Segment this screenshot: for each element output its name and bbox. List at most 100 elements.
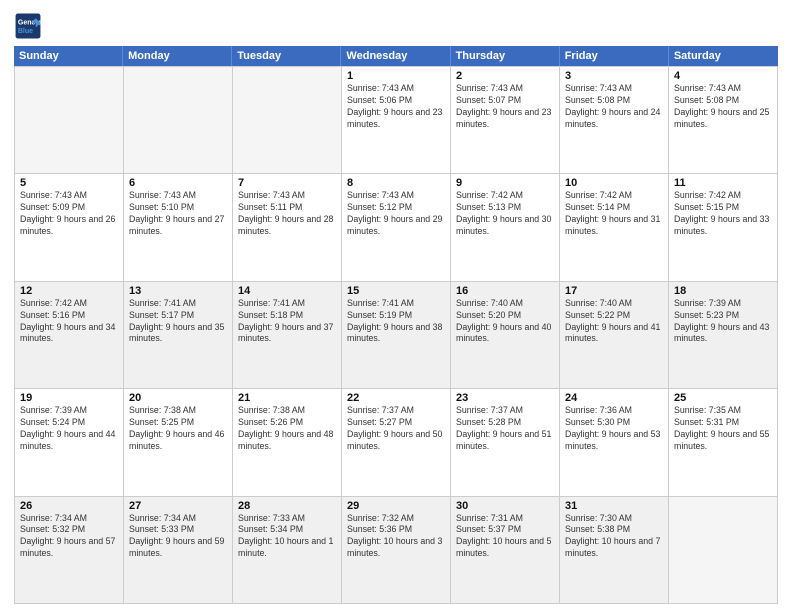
cell-info-text: Sunrise: 7:40 AM Sunset: 5:22 PM Dayligh… [565,298,663,346]
calendar-cell [233,67,342,174]
day-number: 4 [674,70,772,82]
calendar-cell: 21Sunrise: 7:38 AM Sunset: 5:26 PM Dayli… [233,389,342,496]
calendar-cell: 26Sunrise: 7:34 AM Sunset: 5:32 PM Dayli… [15,497,124,604]
cell-info-text: Sunrise: 7:38 AM Sunset: 5:25 PM Dayligh… [129,405,227,453]
cell-info-text: Sunrise: 7:38 AM Sunset: 5:26 PM Dayligh… [238,405,336,453]
calendar-cell [124,67,233,174]
cell-info-text: Sunrise: 7:42 AM Sunset: 5:16 PM Dayligh… [20,298,118,346]
cell-info-text: Sunrise: 7:35 AM Sunset: 5:31 PM Dayligh… [674,405,772,453]
weekday-header-sunday: Sunday [14,46,123,66]
cell-info-text: Sunrise: 7:30 AM Sunset: 5:38 PM Dayligh… [565,513,663,561]
calendar-row-1: 1Sunrise: 7:43 AM Sunset: 5:06 PM Daylig… [15,67,778,174]
cell-info-text: Sunrise: 7:42 AM Sunset: 5:15 PM Dayligh… [674,190,772,238]
cell-info-text: Sunrise: 7:39 AM Sunset: 5:23 PM Dayligh… [674,298,772,346]
calendar-cell: 29Sunrise: 7:32 AM Sunset: 5:36 PM Dayli… [342,497,451,604]
day-number: 5 [20,177,118,189]
calendar-cell: 4Sunrise: 7:43 AM Sunset: 5:08 PM Daylig… [669,67,778,174]
cell-info-text: Sunrise: 7:43 AM Sunset: 5:08 PM Dayligh… [565,83,663,131]
day-number: 3 [565,70,663,82]
day-number: 26 [20,500,118,512]
cell-info-text: Sunrise: 7:42 AM Sunset: 5:14 PM Dayligh… [565,190,663,238]
calendar-row-2: 5Sunrise: 7:43 AM Sunset: 5:09 PM Daylig… [15,174,778,281]
calendar-cell: 8Sunrise: 7:43 AM Sunset: 5:12 PM Daylig… [342,174,451,281]
day-number: 12 [20,285,118,297]
cell-info-text: Sunrise: 7:43 AM Sunset: 5:09 PM Dayligh… [20,190,118,238]
calendar-cell: 18Sunrise: 7:39 AM Sunset: 5:23 PM Dayli… [669,282,778,389]
calendar-cell: 10Sunrise: 7:42 AM Sunset: 5:14 PM Dayli… [560,174,669,281]
cell-info-text: Sunrise: 7:40 AM Sunset: 5:20 PM Dayligh… [456,298,554,346]
calendar-cell: 17Sunrise: 7:40 AM Sunset: 5:22 PM Dayli… [560,282,669,389]
calendar-cell: 14Sunrise: 7:41 AM Sunset: 5:18 PM Dayli… [233,282,342,389]
calendar-row-4: 19Sunrise: 7:39 AM Sunset: 5:24 PM Dayli… [15,389,778,496]
page-container: General Blue SundayMondayTuesdayWednesda… [0,0,792,612]
calendar-cell: 3Sunrise: 7:43 AM Sunset: 5:08 PM Daylig… [560,67,669,174]
calendar-cell: 24Sunrise: 7:36 AM Sunset: 5:30 PM Dayli… [560,389,669,496]
cell-info-text: Sunrise: 7:41 AM Sunset: 5:18 PM Dayligh… [238,298,336,346]
day-number: 7 [238,177,336,189]
weekday-header-friday: Friday [560,46,669,66]
calendar-cell: 28Sunrise: 7:33 AM Sunset: 5:34 PM Dayli… [233,497,342,604]
day-number: 27 [129,500,227,512]
calendar-cell: 16Sunrise: 7:40 AM Sunset: 5:20 PM Dayli… [451,282,560,389]
calendar: SundayMondayTuesdayWednesdayThursdayFrid… [14,46,778,604]
calendar-cell: 13Sunrise: 7:41 AM Sunset: 5:17 PM Dayli… [124,282,233,389]
header: General Blue [14,12,778,40]
cell-info-text: Sunrise: 7:42 AM Sunset: 5:13 PM Dayligh… [456,190,554,238]
weekday-header-thursday: Thursday [451,46,560,66]
cell-info-text: Sunrise: 7:39 AM Sunset: 5:24 PM Dayligh… [20,405,118,453]
calendar-cell: 20Sunrise: 7:38 AM Sunset: 5:25 PM Dayli… [124,389,233,496]
cell-info-text: Sunrise: 7:37 AM Sunset: 5:27 PM Dayligh… [347,405,445,453]
weekday-header-saturday: Saturday [669,46,778,66]
calendar-cell: 25Sunrise: 7:35 AM Sunset: 5:31 PM Dayli… [669,389,778,496]
calendar-cell: 1Sunrise: 7:43 AM Sunset: 5:06 PM Daylig… [342,67,451,174]
day-number: 22 [347,392,445,404]
svg-text:Blue: Blue [18,28,33,35]
cell-info-text: Sunrise: 7:43 AM Sunset: 5:07 PM Dayligh… [456,83,554,131]
calendar-row-3: 12Sunrise: 7:42 AM Sunset: 5:16 PM Dayli… [15,282,778,389]
day-number: 11 [674,177,772,189]
calendar-cell: 22Sunrise: 7:37 AM Sunset: 5:27 PM Dayli… [342,389,451,496]
cell-info-text: Sunrise: 7:41 AM Sunset: 5:19 PM Dayligh… [347,298,445,346]
day-number: 18 [674,285,772,297]
calendar-cell [15,67,124,174]
day-number: 15 [347,285,445,297]
calendar-cell: 9Sunrise: 7:42 AM Sunset: 5:13 PM Daylig… [451,174,560,281]
day-number: 24 [565,392,663,404]
cell-info-text: Sunrise: 7:34 AM Sunset: 5:32 PM Dayligh… [20,513,118,561]
day-number: 25 [674,392,772,404]
weekday-header-tuesday: Tuesday [232,46,341,66]
weekday-header-wednesday: Wednesday [341,46,450,66]
day-number: 23 [456,392,554,404]
day-number: 2 [456,70,554,82]
day-number: 28 [238,500,336,512]
day-number: 14 [238,285,336,297]
day-number: 10 [565,177,663,189]
day-number: 19 [20,392,118,404]
calendar-cell: 7Sunrise: 7:43 AM Sunset: 5:11 PM Daylig… [233,174,342,281]
calendar-cell: 2Sunrise: 7:43 AM Sunset: 5:07 PM Daylig… [451,67,560,174]
day-number: 20 [129,392,227,404]
cell-info-text: Sunrise: 7:43 AM Sunset: 5:11 PM Dayligh… [238,190,336,238]
cell-info-text: Sunrise: 7:33 AM Sunset: 5:34 PM Dayligh… [238,513,336,561]
day-number: 8 [347,177,445,189]
logo-icon: General Blue [14,12,42,40]
calendar-cell: 12Sunrise: 7:42 AM Sunset: 5:16 PM Dayli… [15,282,124,389]
day-number: 29 [347,500,445,512]
calendar-cell: 27Sunrise: 7:34 AM Sunset: 5:33 PM Dayli… [124,497,233,604]
calendar-cell: 30Sunrise: 7:31 AM Sunset: 5:37 PM Dayli… [451,497,560,604]
cell-info-text: Sunrise: 7:37 AM Sunset: 5:28 PM Dayligh… [456,405,554,453]
cell-info-text: Sunrise: 7:34 AM Sunset: 5:33 PM Dayligh… [129,513,227,561]
day-number: 13 [129,285,227,297]
day-number: 17 [565,285,663,297]
day-number: 16 [456,285,554,297]
cell-info-text: Sunrise: 7:43 AM Sunset: 5:10 PM Dayligh… [129,190,227,238]
calendar-cell [669,497,778,604]
day-number: 21 [238,392,336,404]
calendar-cell: 19Sunrise: 7:39 AM Sunset: 5:24 PM Dayli… [15,389,124,496]
cell-info-text: Sunrise: 7:43 AM Sunset: 5:06 PM Dayligh… [347,83,445,131]
logo: General Blue [14,12,42,40]
cell-info-text: Sunrise: 7:31 AM Sunset: 5:37 PM Dayligh… [456,513,554,561]
weekday-header-monday: Monday [123,46,232,66]
cell-info-text: Sunrise: 7:43 AM Sunset: 5:08 PM Dayligh… [674,83,772,131]
calendar-cell: 15Sunrise: 7:41 AM Sunset: 5:19 PM Dayli… [342,282,451,389]
